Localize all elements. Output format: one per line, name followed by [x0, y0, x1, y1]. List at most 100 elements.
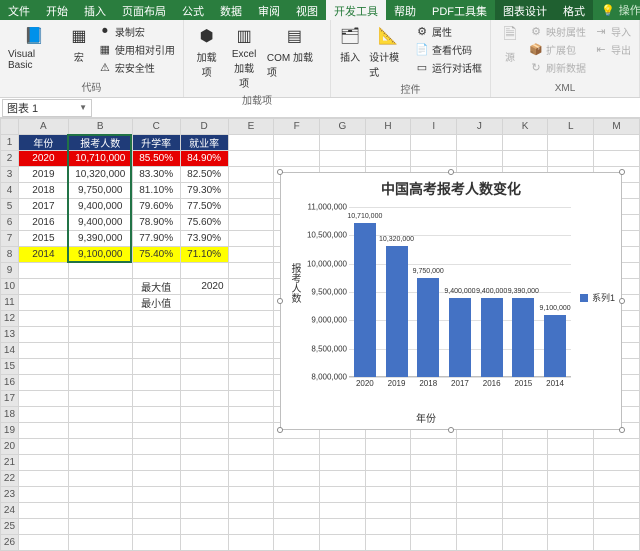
chart-y-axis-label[interactable]: 报考人数	[287, 263, 302, 303]
cell-A5[interactable]: 2017	[18, 199, 68, 215]
tab-insert[interactable]: 插入	[76, 0, 114, 20]
tab-formulas[interactable]: 公式	[174, 0, 212, 20]
chart-bar[interactable]	[354, 223, 376, 377]
tab-format[interactable]: 格式	[555, 0, 593, 20]
cell-C10[interactable]: 最大值	[132, 279, 180, 295]
xml-source-button[interactable]: 🗎源	[497, 23, 523, 66]
cell-C2[interactable]: 85.50%	[132, 151, 180, 167]
cell-C8[interactable]: 75.40%	[132, 247, 180, 263]
export-button[interactable]: ⇤导出	[592, 41, 633, 58]
worksheet[interactable]: ABCDEFGHIJKLM 1年份报考人数升学率就业率 2202010,710,…	[0, 118, 640, 551]
ribbon: 📘Visual Basic ▦宏 ⏺录制宏 ▦使用相对引用 ⚠宏安全性 代码 ⬢…	[0, 20, 640, 98]
design-mode-button[interactable]: 📐设计模式	[367, 23, 409, 81]
cell-C4[interactable]: 81.10%	[132, 183, 180, 199]
cell-D6[interactable]: 75.60%	[180, 215, 228, 231]
expansion-pack-button[interactable]: 📦扩展包	[527, 41, 588, 58]
cell-B6[interactable]: 9,400,000	[68, 215, 132, 231]
chart-bar[interactable]	[512, 298, 534, 377]
visual-basic-button[interactable]: 📘Visual Basic	[6, 23, 62, 73]
cell-D3[interactable]: 82.50%	[180, 167, 228, 183]
cell-D2[interactable]: 84.90%	[180, 151, 228, 167]
chart-plot-area[interactable]: 8,000,0008,500,0009,000,0009,500,00010,0…	[311, 207, 571, 397]
cell-D8[interactable]: 71.10%	[180, 247, 228, 263]
dialog-icon: ▭	[415, 61, 429, 75]
lightbulb-icon: 💡	[601, 4, 615, 17]
chart-x-axis-label[interactable]: 年份	[281, 410, 571, 425]
tab-review[interactable]: 审阅	[250, 0, 288, 20]
tab-chart-design[interactable]: 图表设计	[495, 0, 555, 20]
import-button[interactable]: ⇥导入	[592, 23, 633, 40]
cell-B7[interactable]: 9,390,000	[68, 231, 132, 247]
group-code-label: 代码	[6, 79, 177, 96]
addins-button[interactable]: ⬢加载项	[190, 23, 224, 81]
tab-developer[interactable]: 开发工具	[326, 0, 386, 20]
tab-pdf[interactable]: PDF工具集	[424, 0, 495, 20]
properties-button[interactable]: ⚙属性	[413, 23, 484, 40]
cell-C1[interactable]: 升学率	[132, 135, 180, 151]
tell-me-search[interactable]: 💡 操作说明搜索	[593, 0, 640, 20]
chart-bar[interactable]	[386, 246, 408, 377]
cell-B8[interactable]: 9,100,000	[68, 247, 132, 263]
insert-ctrl-icon: 🗂	[339, 25, 361, 47]
cell-A2[interactable]: 2020	[18, 151, 68, 167]
grid-icon: ▦	[98, 43, 112, 57]
relative-ref-button[interactable]: ▦使用相对引用	[96, 41, 177, 58]
tab-layout[interactable]: 页面布局	[114, 0, 174, 20]
cell-B5[interactable]: 9,400,000	[68, 199, 132, 215]
run-dialog-button[interactable]: ▭运行对话框	[413, 59, 484, 76]
cell-A6[interactable]: 2016	[18, 215, 68, 231]
cell-A7[interactable]: 2015	[18, 231, 68, 247]
record-macro-button[interactable]: ⏺录制宏	[96, 23, 177, 40]
chart-bar[interactable]	[417, 278, 439, 377]
name-box[interactable]: 图表 1 ▼	[2, 99, 92, 117]
insert-control-button[interactable]: 🗂插入	[337, 23, 363, 66]
chart-title[interactable]: 中国高考报考人数变化	[281, 179, 621, 199]
cell-A4[interactable]: 2018	[18, 183, 68, 199]
xml-icon: 🗎	[499, 25, 521, 47]
refresh-data-button[interactable]: ↻刷新数据	[527, 59, 588, 76]
cell-D1[interactable]: 就业率	[180, 135, 228, 151]
cell-B4[interactable]: 9,750,000	[68, 183, 132, 199]
embedded-chart[interactable]: 中国高考报考人数变化 报考人数 8,000,0008,500,0009,000,…	[280, 172, 622, 430]
tab-view[interactable]: 视图	[288, 0, 326, 20]
cell-B1[interactable]: 报考人数	[68, 135, 132, 151]
cell-C6[interactable]: 78.90%	[132, 215, 180, 231]
chart-bar[interactable]	[481, 298, 503, 377]
cell-B3[interactable]: 10,320,000	[68, 167, 132, 183]
tab-file[interactable]: 文件	[0, 0, 38, 20]
cell-B2[interactable]: 10,710,000	[68, 151, 132, 167]
macros-button[interactable]: ▦宏	[66, 23, 92, 66]
chart-bar[interactable]	[544, 315, 566, 377]
cell-A8[interactable]: 2014	[18, 247, 68, 263]
tab-home[interactable]: 开始	[38, 0, 76, 20]
column-headers[interactable]: ABCDEFGHIJKLM	[1, 119, 640, 135]
macro-security-button[interactable]: ⚠宏安全性	[96, 59, 177, 76]
cell-C11[interactable]: 最小值	[132, 295, 180, 311]
cell-D5[interactable]: 77.50%	[180, 199, 228, 215]
cell-C5[interactable]: 79.60%	[132, 199, 180, 215]
chart-x-ticks: 2020201920182017201620152014	[349, 379, 571, 388]
cell-D7[interactable]: 73.90%	[180, 231, 228, 247]
view-code-button[interactable]: 📄查看代码	[413, 41, 484, 58]
chart-bar[interactable]	[449, 298, 471, 377]
cell-A3[interactable]: 2019	[18, 167, 68, 183]
addin-icon: ⬢	[196, 25, 218, 47]
legend-swatch-icon	[580, 294, 588, 302]
cell-D4[interactable]: 79.30%	[180, 183, 228, 199]
export-icon: ⇤	[594, 43, 608, 57]
cell-C3[interactable]: 83.30%	[132, 167, 180, 183]
excel-addins-button[interactable]: ▥Excel 加载项	[227, 23, 261, 92]
com-addins-button[interactable]: ▤COM 加载项	[265, 23, 324, 81]
cell-C7[interactable]: 77.90%	[132, 231, 180, 247]
tab-data[interactable]: 数据	[212, 0, 250, 20]
cell-D10[interactable]: 2020	[180, 279, 228, 295]
map-props-button[interactable]: ⚙映射属性	[527, 23, 588, 40]
design-icon: 📐	[377, 25, 399, 47]
props-icon: ⚙	[415, 25, 429, 39]
chevron-down-icon[interactable]: ▼	[79, 103, 87, 112]
refresh-icon: ↻	[529, 61, 543, 75]
chart-legend[interactable]: 系列1	[580, 291, 615, 304]
tab-help[interactable]: 帮助	[386, 0, 424, 20]
cell-A1[interactable]: 年份	[18, 135, 68, 151]
group-xml-label: XML	[497, 83, 633, 96]
